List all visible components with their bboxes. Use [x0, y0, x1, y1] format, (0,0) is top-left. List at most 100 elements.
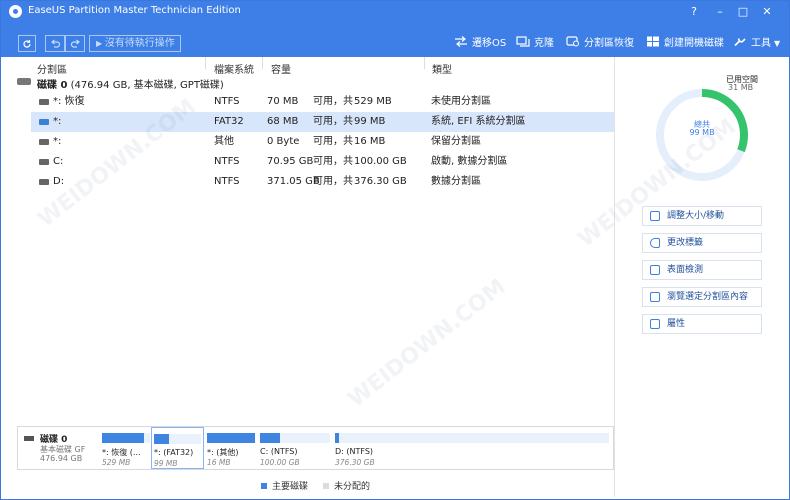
partition-row[interactable]: C: NTFS 70.95 GB 可用，共 100.00 GB 啟動, 數據分割…: [31, 152, 614, 172]
partition-icon: [39, 139, 49, 145]
partition-icon: [39, 179, 49, 185]
resize-move-button[interactable]: 調整大小/移動: [642, 206, 762, 226]
segment-fill: [154, 434, 169, 444]
properties-label: 屬性: [667, 319, 686, 329]
partition-icon: [39, 99, 49, 105]
column-divider[interactable]: [205, 57, 206, 69]
pending-label: 沒有待執行操作: [104, 38, 175, 49]
disk-map-segment[interactable]: C: (NTFS) 100.00 GB: [258, 427, 332, 469]
change-label-button[interactable]: 更改標籤: [642, 233, 762, 253]
redo-icon: [70, 39, 80, 48]
partition-type: 未使用分割區: [431, 96, 491, 107]
surface-test-icon: [650, 265, 660, 275]
title-bar: EaseUS Partition Master Technician Editi…: [1, 1, 789, 23]
segment-name: *: (其他): [207, 448, 239, 457]
segment-fill: [102, 433, 144, 443]
easeus-logo-icon: [9, 5, 22, 18]
partition-icon: [39, 119, 49, 125]
undo-button[interactable]: [45, 35, 65, 52]
migrate-os-button[interactable]: 遷移OS: [454, 36, 506, 52]
refresh-button[interactable]: [18, 35, 36, 52]
partition-recovery-button[interactable]: 分割區恢復: [566, 36, 634, 52]
redo-button[interactable]: [65, 35, 85, 52]
partition-total: 376.30 GB: [354, 176, 407, 187]
partition-name: C:: [53, 156, 64, 167]
partition-free: 70.95 GB: [267, 156, 314, 167]
clone-button[interactable]: 克隆: [516, 36, 554, 52]
surface-test-button[interactable]: 表面檢測: [642, 260, 762, 280]
partition-filesystem: FAT32: [214, 116, 244, 127]
properties-button[interactable]: 屬性: [642, 314, 762, 334]
partition-total: 529 MB: [354, 96, 392, 107]
close-icon[interactable]: ✕: [758, 4, 776, 20]
segment-fill: [260, 433, 281, 443]
disk-map-segment[interactable]: *: 恢復 (... 529 MB: [100, 427, 152, 469]
disk-map-segment[interactable]: D: (NTFS) 376.30 GB: [333, 427, 611, 469]
app-window: EaseUS Partition Master Technician Editi…: [0, 0, 790, 500]
segment-size: 16 MB: [207, 458, 231, 467]
execute-pending-button[interactable]: ▶ 沒有待執行操作: [89, 35, 181, 52]
tools-menu-button[interactable]: 工具 ▼: [733, 36, 780, 52]
segment-size: 529 MB: [102, 458, 131, 467]
clone-label: 克隆: [534, 38, 554, 49]
partition-recovery-icon: [566, 36, 580, 47]
legend-swatch: [323, 483, 329, 489]
browse-partition-button[interactable]: 瀏覽選定分割區內容: [642, 287, 762, 307]
partition-row[interactable]: *: 其他 0 Byte 可用，共 16 MB 保留分割區: [31, 132, 614, 152]
partition-row[interactable]: D: NTFS 371.05 GB 可用，共 376.30 GB 數據分割區: [31, 172, 614, 192]
tag-icon: [650, 238, 660, 248]
legend-primary: 主要磁碟: [261, 479, 308, 492]
hard-disk-icon: [17, 78, 31, 85]
partition-total: 16 MB: [354, 136, 386, 147]
partition-filesystem: NTFS: [214, 96, 240, 107]
partition-of-label: 可用，共: [313, 136, 353, 147]
chevron-down-icon: ▼: [774, 39, 781, 48]
partition-of-label: 可用，共: [313, 116, 353, 127]
partition-name: *:: [53, 136, 62, 147]
refresh-icon: [23, 40, 31, 48]
disk-map: 磁碟 0 基本磁碟 GF 476.94 GB *: 恢復 (... 529 MB…: [17, 426, 614, 470]
tools-label: 工具: [751, 38, 771, 49]
legend-primary-label: 主要磁碟: [272, 482, 309, 492]
disk-map-segment-selected[interactable]: *: (FAT32) 99 MB: [151, 427, 204, 469]
partition-of-label: 可用，共: [313, 176, 353, 187]
partition-type: 啟動, 數據分割區: [431, 156, 508, 167]
segment-name: *: 恢復 (...: [102, 448, 141, 457]
partition-name: *: 恢復: [53, 96, 85, 107]
maximize-icon[interactable]: □: [734, 4, 752, 20]
partition-of-label: 可用，共: [313, 96, 353, 107]
partition-row[interactable]: *: 恢復 NTFS 70 MB 可用，共 529 MB 未使用分割區: [31, 92, 614, 112]
migrate-os-icon: [455, 36, 467, 47]
partition-free: 70 MB: [267, 96, 299, 107]
partition-icon: [39, 159, 49, 165]
help-icon[interactable]: ?: [685, 4, 703, 20]
total-space-value: 99 MB: [689, 128, 715, 137]
window-title: EaseUS Partition Master Technician Editi…: [28, 5, 241, 16]
partition-type: 系統, EFI 系統分割區: [431, 116, 526, 127]
partition-total: 100.00 GB: [354, 156, 407, 167]
disk-header-row[interactable]: 磁碟 0 (476.94 GB, 基本磁碟, GPT磁碟): [9, 73, 614, 91]
partition-recovery-label: 分割區恢復: [584, 38, 634, 49]
partition-row-selected[interactable]: *: FAT32 68 MB 可用，共 99 MB 系統, EFI 系統分割區: [31, 112, 614, 132]
segment-fill: [335, 433, 339, 443]
disk-name: 磁碟 0: [37, 80, 68, 91]
migrate-os-label: 遷移OS: [472, 38, 507, 49]
change-label-label: 更改標籤: [667, 238, 704, 248]
column-divider[interactable]: [262, 57, 263, 69]
disk-map-segment[interactable]: *: (其他) 16 MB: [205, 427, 257, 469]
segment-name: *: (FAT32): [154, 448, 194, 457]
partition-filesystem: NTFS: [214, 156, 240, 167]
minimize-icon[interactable]: –: [711, 4, 729, 20]
create-bootable-disk-button[interactable]: 創建開機磁碟: [646, 36, 724, 52]
legend-swatch: [261, 483, 267, 489]
tools-icon: [734, 38, 746, 47]
partition-list-panel: 分割區 檔案系統 容量 類型 磁碟 0 (476.94 GB, 基本磁碟, GP…: [9, 57, 614, 417]
partition-name: D:: [53, 176, 65, 187]
partition-filesystem: 其他: [214, 136, 234, 147]
partition-filesystem: NTFS: [214, 176, 240, 187]
windows-icon: [647, 36, 659, 47]
segment-name: D: (NTFS): [335, 447, 374, 456]
column-divider[interactable]: [424, 57, 425, 69]
partition-free: 0 Byte: [267, 136, 300, 147]
legend-unallocated-label: 未分配的: [334, 482, 371, 492]
